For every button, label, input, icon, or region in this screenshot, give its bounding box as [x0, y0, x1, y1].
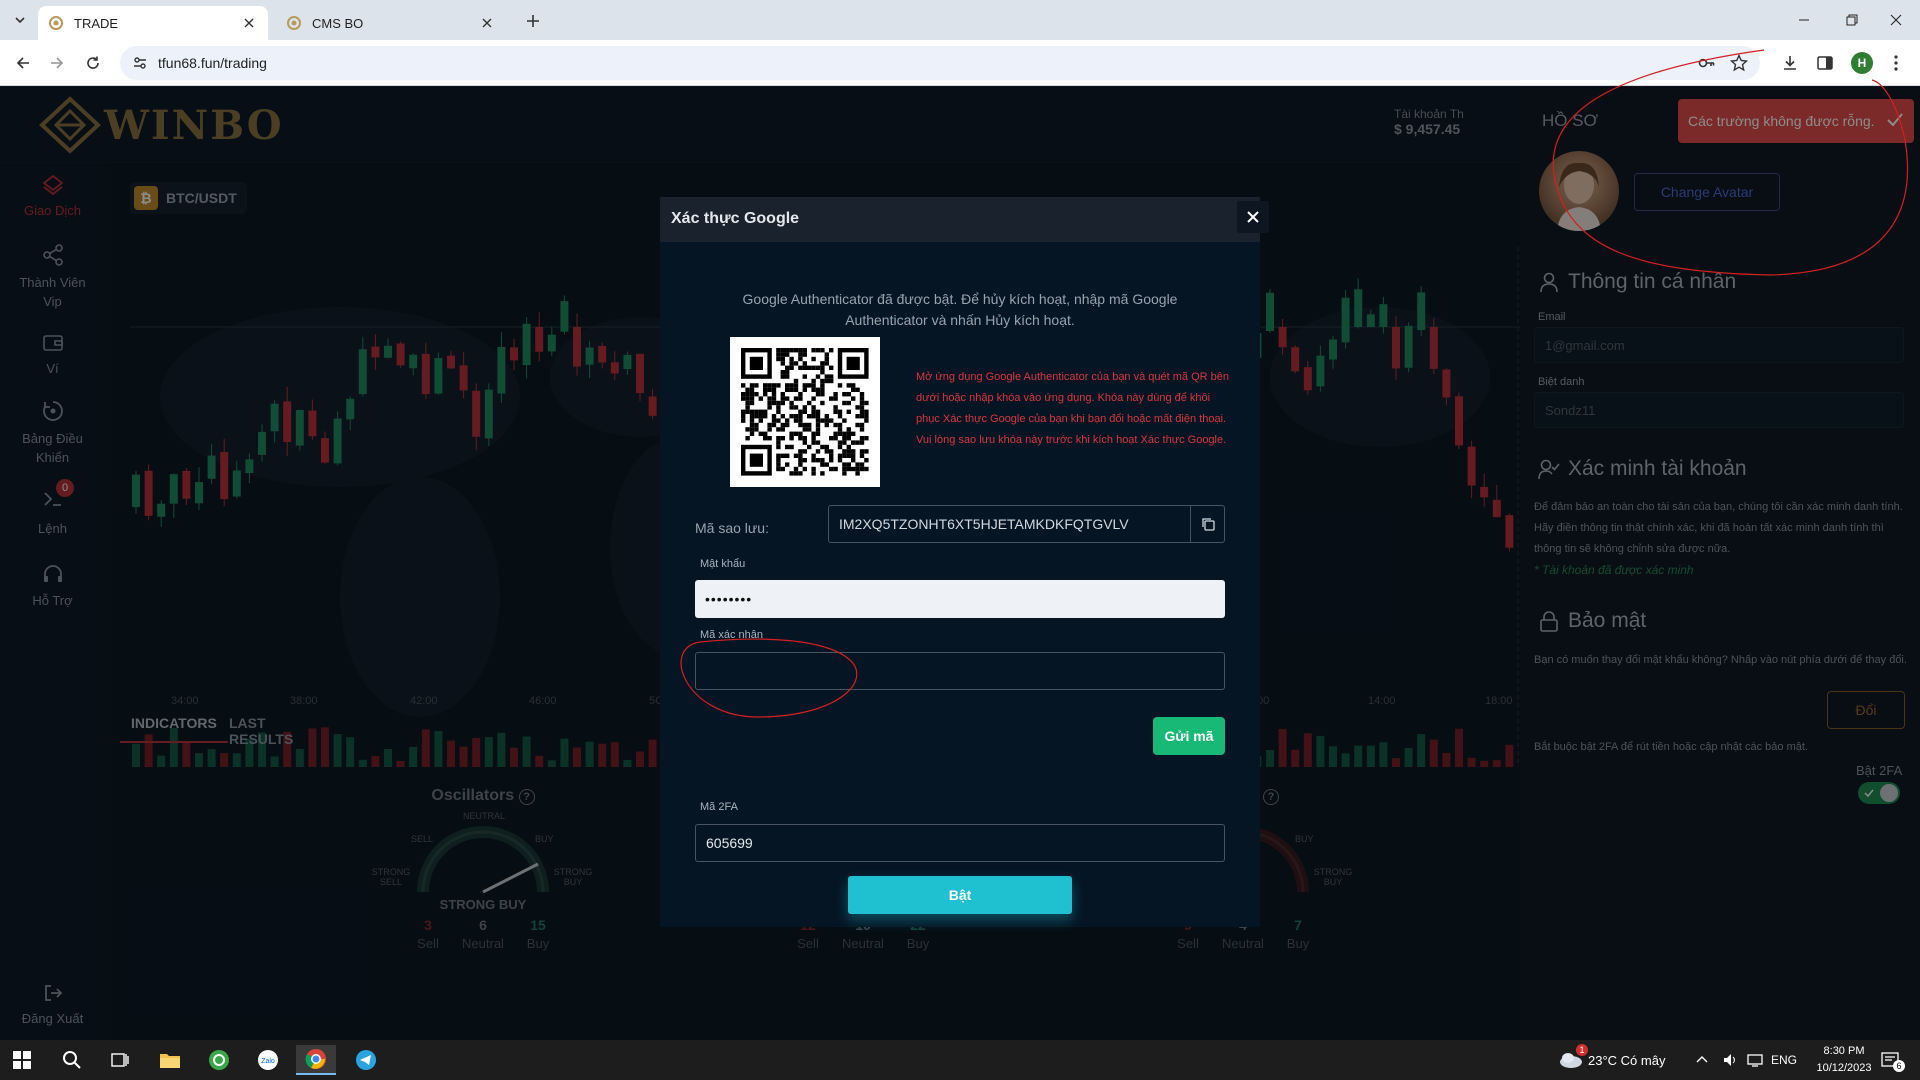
verification-code-label: Mã xác nhận — [700, 629, 763, 641]
tab-trade[interactable]: TRADE — [38, 6, 268, 40]
qr-instructions: Mở ứng dụng Google Authenticator của bạn… — [916, 371, 1229, 446]
forward-button[interactable] — [44, 50, 70, 76]
side-panel-button[interactable] — [1815, 53, 1835, 73]
password-label: Mật khẩu — [700, 558, 746, 570]
browser-menu-button[interactable] — [1886, 53, 1906, 73]
more-vert-icon — [1894, 55, 1898, 71]
copy-icon — [1201, 518, 1215, 531]
task-view-icon — [111, 1053, 129, 1067]
language-indicator[interactable]: ENG — [1771, 1053, 1797, 1067]
modal-description: Google Authenticator đã được bật. Để hủy… — [742, 291, 1178, 328]
download-icon — [1784, 56, 1796, 70]
telegram-button[interactable] — [346, 1045, 386, 1075]
telegram-icon — [356, 1050, 376, 1070]
windows-taskbar: Zalo 1 23°C Có mây ENG 8:30 PM 10/12/202… — [0, 1040, 1920, 1080]
chrome-button[interactable] — [296, 1045, 336, 1075]
reload-button[interactable] — [80, 50, 106, 76]
zalo-icon: Zalo — [258, 1050, 278, 1070]
side-panel-icon — [1817, 56, 1833, 70]
url-text: tfun68.fun/trading — [158, 55, 267, 71]
enable-2fa-button[interactable]: Bật — [848, 876, 1072, 914]
browser-tab-bar: TRADE CMS BO — [0, 0, 1920, 40]
tab-search-button[interactable] — [8, 8, 32, 32]
plus-icon — [527, 15, 539, 27]
modal-title: Xác thực Google — [671, 210, 800, 227]
verification-code-field[interactable] — [695, 652, 1225, 690]
site-favicon-icon — [49, 16, 63, 30]
browser-toolbar: tfun68.fun/trading H — [0, 40, 1920, 86]
star-icon[interactable] — [1730, 54, 1748, 72]
clock-time[interactable]: 8:30 PM — [1814, 1045, 1874, 1057]
minimize-button[interactable] — [1784, 6, 1824, 34]
address-bar[interactable]: tfun68.fun/trading — [120, 46, 1760, 80]
trading-app: WINBO Tài khoản Th $ 9,457.45 Giao Dịch … — [0, 87, 1920, 1040]
backup-code-value: IM2XQ5TZONHT6XT5HJETAMKDKFQTGVLV — [839, 516, 1129, 532]
close-icon[interactable] — [240, 14, 258, 32]
modal-close-button[interactable] — [1237, 201, 1269, 233]
folder-icon — [160, 1054, 180, 1068]
speaker-icon[interactable] — [1722, 1052, 1738, 1068]
arrow-right-icon — [51, 57, 64, 69]
send-code-button[interactable]: Gửi mã — [1153, 717, 1225, 755]
close-icon — [1247, 211, 1259, 223]
twofa-code-label: Mã 2FA — [700, 801, 738, 813]
site-info-icon[interactable] — [132, 55, 148, 71]
qr-code — [730, 337, 880, 487]
restore-button[interactable] — [1832, 6, 1872, 34]
weather-badge: 1 — [1576, 1044, 1588, 1056]
chevron-up-icon[interactable] — [1696, 1054, 1708, 1064]
key-icon[interactable] — [1698, 54, 1716, 72]
tab-title: TRADE — [74, 15, 119, 31]
file-explorer-button[interactable] — [150, 1045, 190, 1075]
close-window-button[interactable] — [1876, 6, 1916, 34]
back-button[interactable] — [10, 50, 36, 76]
tab-title: CMS BO — [312, 15, 364, 31]
site-favicon-icon — [287, 16, 301, 30]
task-view-button[interactable] — [100, 1045, 140, 1075]
zalo-button[interactable]: Zalo — [248, 1045, 288, 1075]
app-green-button[interactable] — [199, 1045, 239, 1075]
tab-cms-bo[interactable]: CMS BO — [276, 6, 506, 40]
new-tab-button[interactable] — [520, 8, 546, 34]
chevron-down-icon — [15, 17, 25, 24]
svg-text:Zalo: Zalo — [261, 1058, 275, 1065]
network-icon[interactable] — [1746, 1052, 1764, 1068]
backup-code-field[interactable]: IM2XQ5TZONHT6XT5HJETAMKDKFQTGVLV — [828, 505, 1225, 543]
chrome-icon — [305, 1049, 326, 1069]
backup-code-label: Mã sao lưu: — [695, 520, 769, 536]
windows-icon — [13, 1051, 31, 1069]
google-auth-modal: Xác thực Google Google Authenticator đã … — [660, 197, 1269, 927]
modal-header: Xác thực Google — [660, 197, 1260, 242]
clock-date[interactable]: 10/12/2023 — [1807, 1062, 1881, 1074]
search-button[interactable] — [52, 1045, 92, 1075]
search-icon — [63, 1051, 81, 1069]
weather-text[interactable]: 23°C Có mây — [1588, 1053, 1665, 1068]
profile-avatar[interactable]: H — [1851, 52, 1873, 74]
copy-button[interactable] — [1190, 506, 1224, 542]
notification-count: 6 — [1893, 1060, 1905, 1072]
twofa-code-field[interactable]: 605699 — [695, 824, 1225, 862]
app-green-icon — [209, 1050, 229, 1070]
password-field[interactable]: •••••••• — [695, 580, 1225, 618]
close-icon[interactable] — [478, 14, 496, 32]
reload-icon — [87, 56, 99, 69]
downloads-button[interactable] — [1780, 53, 1800, 73]
start-button[interactable] — [2, 1045, 42, 1075]
arrow-left-icon — [16, 57, 29, 69]
